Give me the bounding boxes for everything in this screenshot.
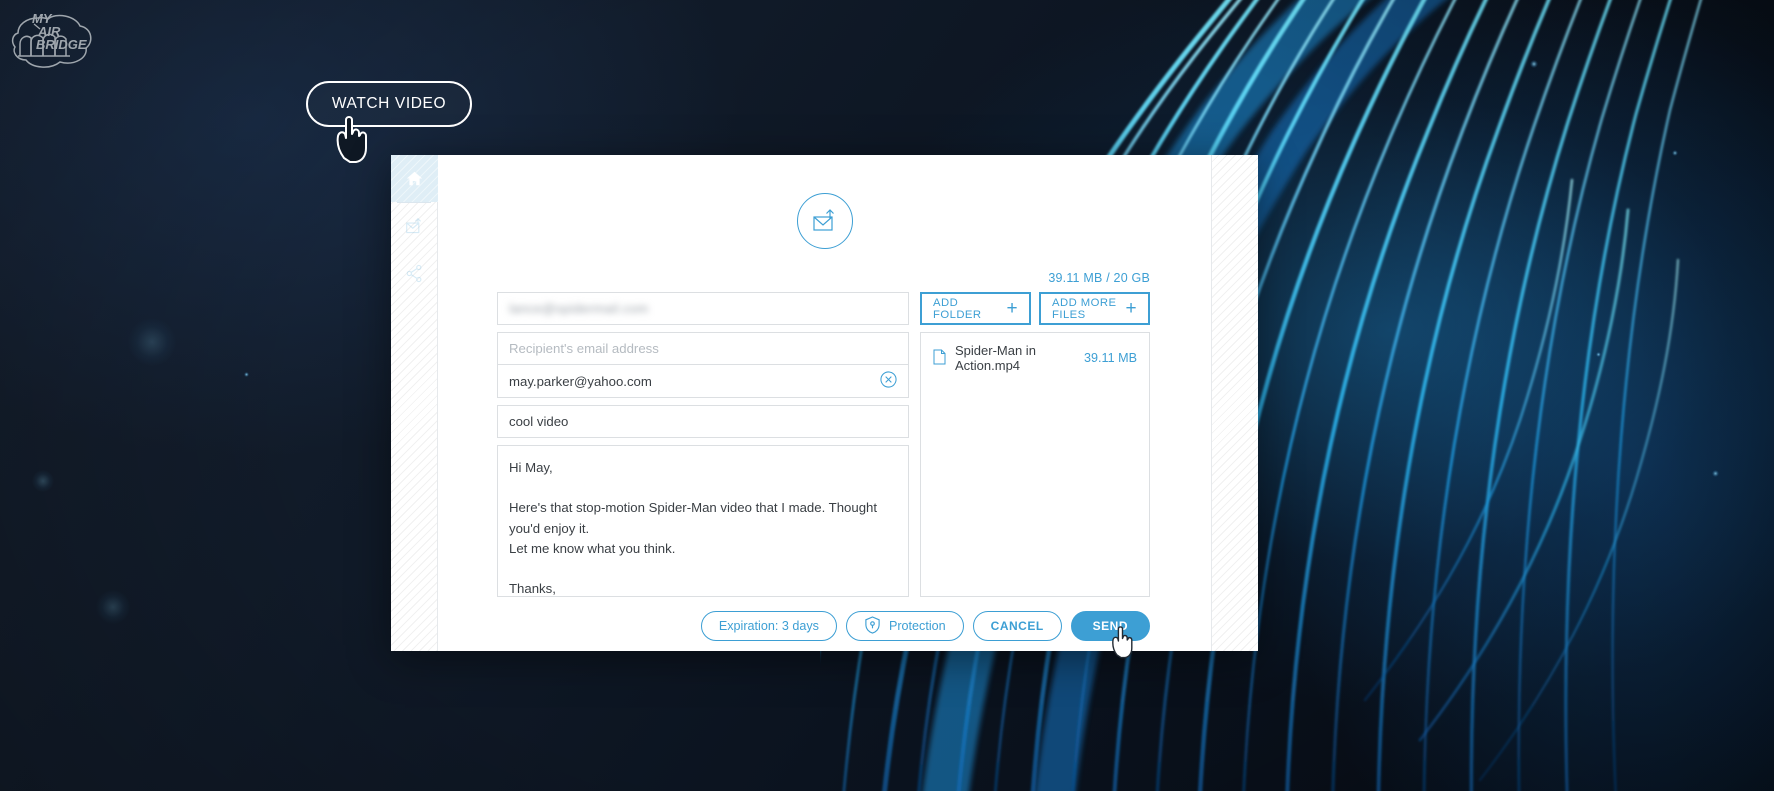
hand-cursor-icon bbox=[334, 114, 372, 164]
bokeh-dot bbox=[32, 470, 54, 492]
bokeh-dot bbox=[1672, 150, 1678, 156]
sidebar-item-send[interactable] bbox=[391, 203, 438, 250]
storage-usage: 39.11 MB / 20 GB bbox=[1048, 271, 1150, 285]
hand-cursor-icon bbox=[1110, 625, 1136, 659]
watch-video-button[interactable]: WATCH VIDEO bbox=[306, 81, 472, 127]
sender-email-value: lance@spidermail.com bbox=[509, 301, 649, 316]
bokeh-dot bbox=[244, 372, 249, 377]
recipient-placeholder: Recipient's email address bbox=[509, 341, 659, 356]
files-panel: ADD FOLDER + ADD MORE FILES + Spider-Man… bbox=[920, 292, 1150, 597]
shield-lock-icon bbox=[864, 615, 881, 637]
send-envelope-circle-icon bbox=[796, 193, 853, 249]
protection-button[interactable]: Protection bbox=[845, 611, 964, 641]
file-list-item[interactable]: Spider-Man in Action.mp4 39.11 MB bbox=[933, 343, 1137, 373]
send-files-dialog: 39.11 MB / 20 GB lance@spidermail.com Re… bbox=[391, 155, 1258, 659]
cancel-button[interactable]: CANCEL bbox=[972, 611, 1062, 641]
recipient-chip: may.parker@yahoo.com bbox=[497, 365, 909, 398]
brand-logo[interactable]: MY AIR BRIDGE . bbox=[8, 8, 168, 76]
add-folder-button[interactable]: ADD FOLDER + bbox=[920, 292, 1031, 325]
add-more-files-label: ADD MORE FILES bbox=[1052, 296, 1117, 321]
bokeh-dot bbox=[96, 590, 130, 624]
share-nodes-icon bbox=[406, 264, 422, 283]
add-buttons-row: ADD FOLDER + ADD MORE FILES + bbox=[920, 292, 1150, 325]
subject-value: cool video bbox=[509, 414, 569, 429]
protection-label: Protection bbox=[888, 619, 946, 633]
plus-icon: + bbox=[1006, 298, 1018, 319]
logo-text-dot: . bbox=[85, 40, 88, 52]
file-size: 39.11 MB bbox=[1084, 351, 1137, 365]
file-icon bbox=[933, 349, 946, 368]
recipient-email-value: may.parker@yahoo.com bbox=[509, 373, 652, 389]
dialog-left-nav bbox=[391, 155, 438, 651]
sidebar-item-home[interactable] bbox=[391, 155, 438, 202]
recipient-email-input[interactable]: Recipient's email address bbox=[497, 332, 909, 365]
send-envelope-icon bbox=[406, 217, 421, 234]
add-folder-label: ADD FOLDER bbox=[933, 296, 982, 321]
app-root: MY AIR BRIDGE . WATCH VIDEO 39.11 MB / 2… bbox=[0, 0, 1774, 791]
sidebar-item-share[interactable] bbox=[391, 250, 438, 297]
sender-email-field[interactable]: lance@spidermail.com bbox=[497, 292, 909, 325]
cancel-label: CANCEL bbox=[990, 619, 1044, 633]
watch-video-label: WATCH VIDEO bbox=[331, 95, 447, 112]
file-name: Spider-Man in Action.mp4 bbox=[955, 343, 1036, 373]
add-more-files-button[interactable]: ADD MORE FILES + bbox=[1039, 292, 1150, 325]
expiration-button[interactable]: Expiration: 3 days bbox=[700, 611, 837, 641]
bokeh-dot bbox=[128, 318, 176, 366]
file-list: Spider-Man in Action.mp4 39.11 MB bbox=[920, 332, 1150, 597]
bokeh-dot bbox=[1530, 60, 1538, 68]
expiration-label: Expiration: 3 days bbox=[718, 619, 819, 633]
plus-icon: + bbox=[1125, 298, 1137, 319]
dialog-right-strip bbox=[1211, 155, 1258, 651]
dialog-content: 39.11 MB / 20 GB lance@spidermail.com Re… bbox=[438, 155, 1211, 659]
bokeh-dot bbox=[1712, 470, 1719, 477]
message-textarea[interactable]: Hi May, Here's that stop-motion Spider-M… bbox=[497, 445, 909, 597]
logo-text-bridge: BRIDGE bbox=[36, 37, 87, 52]
dialog-header bbox=[438, 155, 1211, 249]
email-form: lance@spidermail.com Recipient's email a… bbox=[497, 292, 909, 597]
dialog-footer: Expiration: 3 days Protection CANCEL SEN… bbox=[438, 597, 1211, 663]
bokeh-dot bbox=[1596, 352, 1601, 357]
dialog-columns: lance@spidermail.com Recipient's email a… bbox=[438, 285, 1211, 597]
subject-input[interactable]: cool video bbox=[497, 405, 909, 438]
home-icon bbox=[406, 171, 423, 186]
remove-circle-icon[interactable] bbox=[880, 371, 897, 391]
